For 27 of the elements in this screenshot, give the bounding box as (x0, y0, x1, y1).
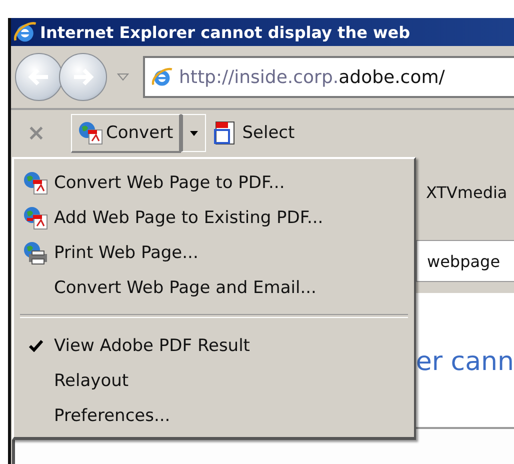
forward-arrow-icon (72, 68, 94, 86)
globe-document-icon (23, 170, 49, 194)
caret-icon (190, 130, 198, 136)
address-field[interactable]: http://inside.corp.adobe.com/ (143, 56, 514, 98)
back-button[interactable] (15, 53, 63, 101)
page-heading: er cann (416, 347, 514, 377)
browser-logo-icon (13, 20, 37, 44)
menu-item[interactable]: Convert Web Page to PDF... (14, 165, 414, 200)
menu-item[interactable]: Print Web Page... (14, 235, 414, 270)
printer-globe-icon (23, 240, 49, 264)
menu-item[interactable]: Preferences... (14, 398, 414, 433)
menu-item[interactable]: View Adobe PDF Result (14, 328, 414, 363)
page-icon (151, 66, 173, 88)
menu-item[interactable]: Add Web Page to Existing PDF... (14, 200, 414, 235)
back-arrow-icon (28, 68, 50, 86)
menu-item[interactable]: Relayout (14, 363, 414, 398)
select-button[interactable]: Select (214, 120, 295, 146)
history-dropdown-icon[interactable] (117, 73, 129, 81)
link-item[interactable]: XTVmedia (426, 183, 508, 202)
window-title: Internet Explorer cannot display the web (40, 22, 410, 42)
globe-document-icon (23, 206, 49, 230)
menu-item[interactable]: Convert Web Page and Email... (14, 270, 414, 305)
globe-document-icon (78, 120, 104, 144)
convert-dropdown-button[interactable] (181, 114, 206, 152)
forward-button[interactable] (59, 53, 107, 101)
browser-tab[interactable]: webpage (416, 240, 514, 282)
convert-button[interactable]: Convert (71, 114, 182, 152)
